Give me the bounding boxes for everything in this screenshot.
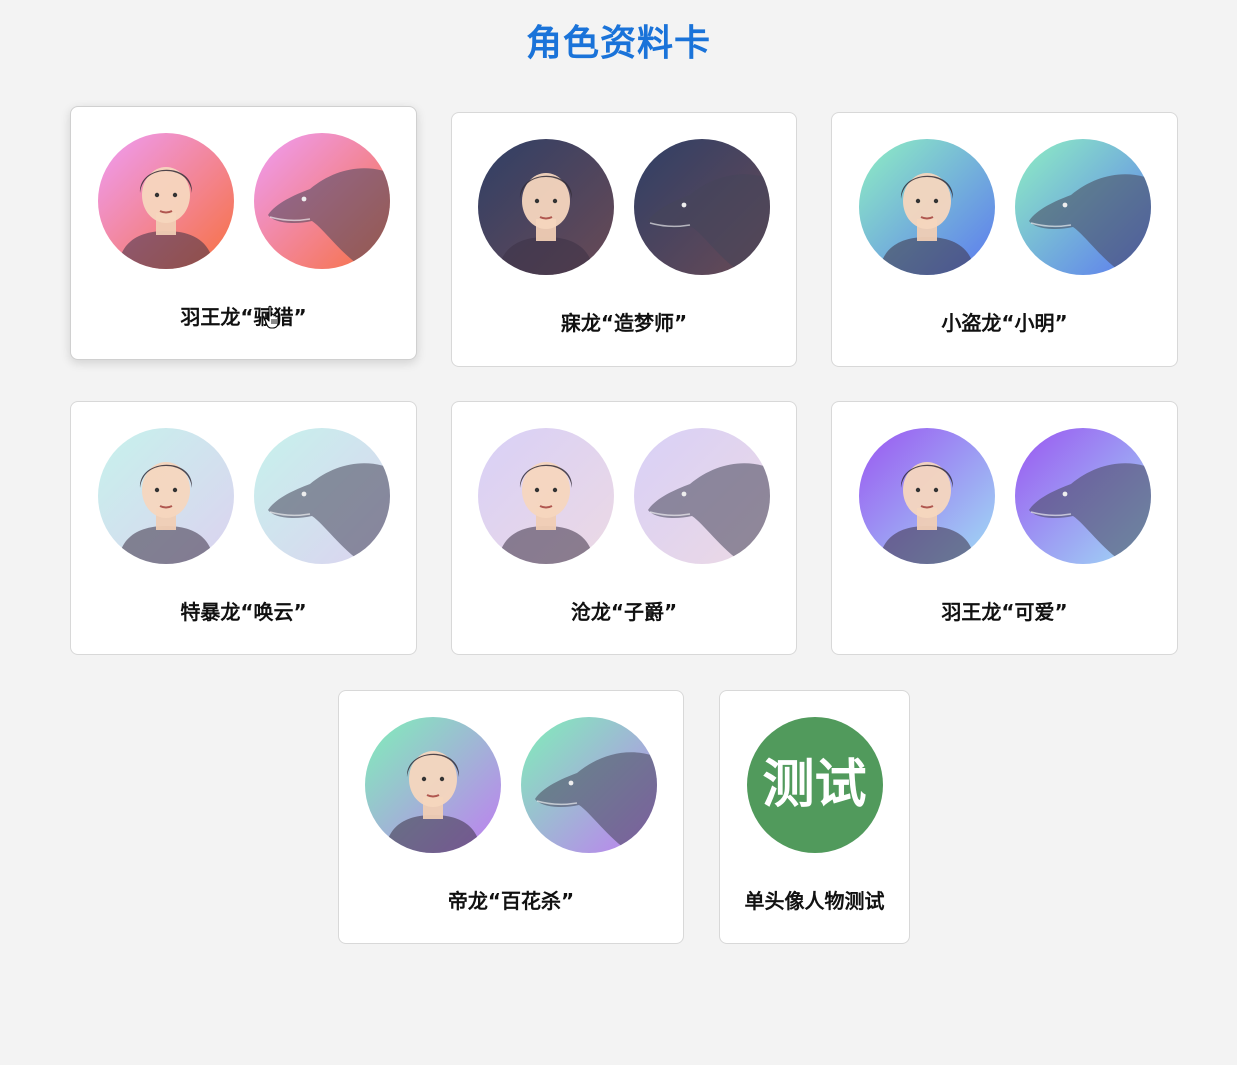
character-card[interactable]: 羽王龙“骊猎” — [70, 106, 417, 360]
card-name: 羽王龙“可爱” — [941, 600, 1068, 624]
avatar-row — [832, 428, 1177, 564]
avatar-row — [452, 139, 796, 275]
avatar-row — [71, 428, 416, 564]
card-name: 羽王龙“骊猎” — [180, 305, 307, 329]
card-name: 寐龙“造梦师” — [560, 311, 688, 335]
human-portrait-icon — [97, 133, 234, 269]
character-card[interactable]: 小盗龙“小明” — [831, 112, 1178, 367]
card-name: 沧龙“子爵” — [570, 600, 678, 624]
human-portrait-icon — [365, 717, 501, 853]
dinosaur-portrait-icon — [253, 428, 390, 564]
card-name: 帝龙“百花杀” — [447, 889, 575, 913]
human-portrait-icon — [478, 139, 614, 275]
character-card[interactable]: 测试 单头像人物测试 — [719, 690, 910, 944]
card-name: 特暴龙“唤云” — [180, 600, 307, 624]
character-card[interactable]: 寐龙“造梦师” — [451, 112, 797, 367]
avatar-row — [452, 428, 796, 564]
card-name: 单头像人物测试 — [744, 889, 885, 913]
character-card[interactable]: 帝龙“百花杀” — [338, 690, 684, 944]
avatar-row — [71, 133, 416, 269]
test-badge-icon: 测试 — [746, 717, 883, 853]
human-portrait-icon — [97, 428, 234, 564]
dinosaur-portrait-icon — [634, 428, 770, 564]
character-card[interactable]: 羽王龙“可爱” — [831, 401, 1178, 655]
dinosaur-portrait-icon — [521, 717, 657, 853]
dinosaur-portrait-icon — [634, 139, 770, 275]
avatar-row — [832, 139, 1177, 275]
badge-text: 测试 — [762, 755, 867, 815]
avatar-row: 测试 — [720, 717, 909, 853]
human-portrait-icon — [858, 428, 995, 564]
human-portrait-icon — [478, 428, 614, 564]
character-card[interactable]: 特暴龙“唤云” — [70, 401, 417, 655]
human-portrait-icon — [858, 139, 995, 275]
dinosaur-portrait-icon — [1014, 139, 1151, 275]
avatar-row — [339, 717, 683, 853]
dinosaur-portrait-icon — [253, 133, 390, 269]
character-card[interactable]: 沧龙“子爵” — [451, 401, 797, 655]
card-name: 小盗龙“小明” — [941, 311, 1068, 335]
dinosaur-portrait-icon — [1014, 428, 1151, 564]
page-title: 角色资料卡 — [525, 23, 711, 64]
